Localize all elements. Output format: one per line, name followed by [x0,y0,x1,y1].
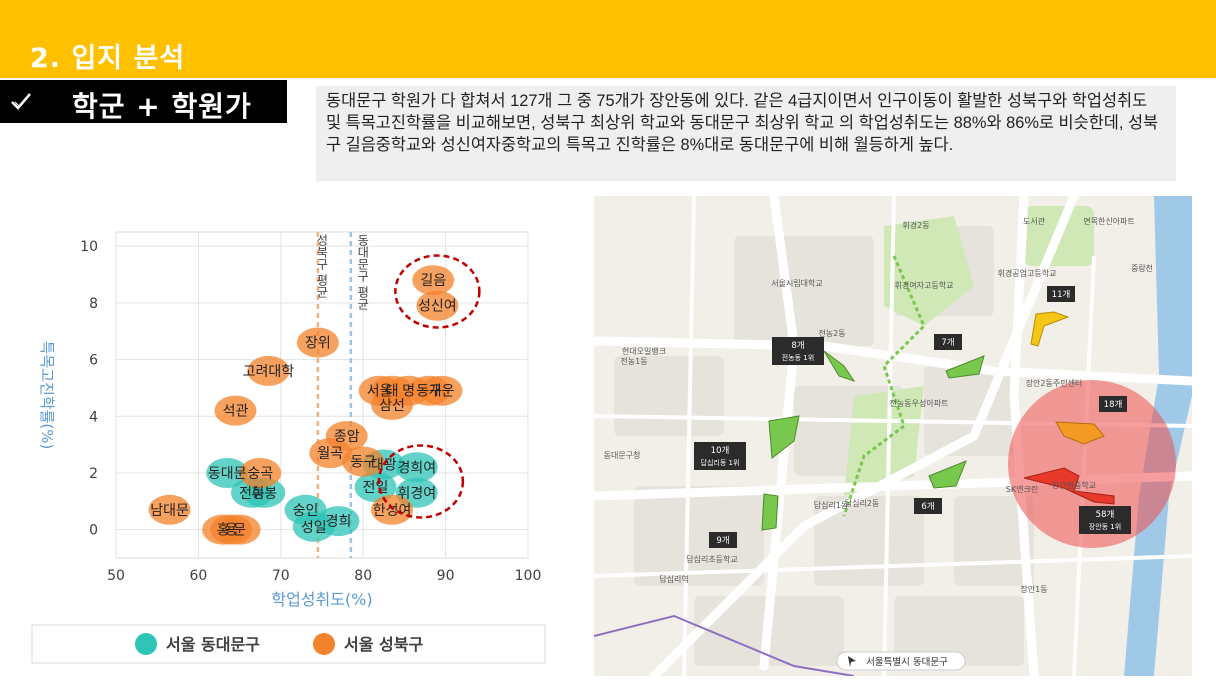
place-label: 전농동우성아파트 [890,398,949,408]
data-label: 경희여 [397,460,436,476]
legend-label-seongbuk: 서울 성북구 [344,635,423,654]
place-label: 서울시립대학교 [771,278,823,288]
data-label: 휘경여 [397,486,436,502]
data-label: 숭인 [293,503,319,519]
count-marker-value: 11개 [1052,289,1071,300]
data-label: 전일 [363,480,389,496]
data-label: 남대문 [150,503,189,519]
data-label: 석관 [223,404,249,420]
count-marker-value: 7개 [941,337,954,348]
data-label: 경희 [326,514,352,530]
y-tick-label: 0 [89,523,98,539]
y-axis-label: 특목고진학률(%) [38,341,56,450]
legend-marker-dongdaemun [135,633,157,655]
average-line-label: 성북구 평균 [315,234,329,298]
average-line-label: 동대문구 평균 [356,234,370,310]
count-marker-value: 10개 [711,445,730,456]
x-tick-label: 100 [515,568,542,584]
place-label: 답십리역 [659,574,688,584]
place-label: 휘경공업고등학교 [998,268,1057,278]
header-bar: 2. 입지 분석 [0,0,1216,78]
legend-box [31,624,546,664]
data-label: 개운 [429,384,455,400]
data-label: 동구 [350,455,376,471]
data-label: 성일 [301,520,327,536]
place-label: 장안1동 [1020,584,1047,594]
count-marker-value: 58개 [1096,509,1115,520]
y-tick-labels: 0 2 4 6 8 10 [80,239,98,538]
data-label: 삼선 [379,398,405,414]
place-label: 전농1동 [620,356,647,366]
place-label: 답십리1동 [814,500,849,510]
y-tick-label: 8 [89,296,98,312]
place-label: 면목한신아파트 [1083,216,1135,226]
place-label: 도서관 [1023,216,1046,226]
x-tick-labels: 50 60 70 80 90 100 [107,568,541,584]
subsection-label: 학군 + 학원가 [72,90,252,123]
place-label: 전농2동 [818,328,845,338]
place-label: 중랑천 [1131,263,1153,273]
data-label: 휘봉 [251,486,277,502]
scatter-chart: 성북구 평균 동대문구 평균 0 2 4 6 8 10 50 60 70 80 90 100 동대문 전… [20,218,565,670]
data-label: 장위 [305,336,331,352]
count-marker-value: 18개 [1104,399,1123,410]
place-label: SK엔크린 [1006,484,1038,494]
legend-label-dongdaemun: 서울 동대문구 [166,635,260,654]
data-label: 성신여 [418,299,457,315]
x-tick-label: 70 [272,568,290,584]
map-bottom-label: 서울특별시 동대문구 [866,657,948,668]
checkmark-icon [11,93,31,110]
count-marker-value: 9개 [716,535,729,546]
count-marker-sub: 답십리동 1위 [701,458,740,467]
y-tick-label: 10 [80,239,98,255]
count-marker-value: 8개 [791,340,804,351]
data-label: 길음 [420,273,446,289]
x-tick-label: 60 [189,568,207,584]
x-axis-label: 학업성취도(%) [271,590,372,609]
data-label: 월곡 [317,446,343,462]
chart-svg: 성북구 평균 동대문구 평균 0 2 4 6 8 10 50 60 70 80 90 100 동대문전… [31,231,546,664]
count-marker-value: 6개 [921,501,934,512]
y-tick-label: 4 [89,409,98,425]
data-label: 숭곡 [247,466,273,482]
place-label: 장안2동주민센터 [1026,378,1083,388]
section-title: 2. 입지 분석 [30,43,186,74]
place-label: 답십리초등학교 [686,554,738,564]
data-label: 문 [233,523,246,539]
map-svg: 8개전농동 1위7개11개18개10개답십리동 1위6개9개58개장안동 1위 … [594,196,1192,676]
count-marker-sub: 장안동 1위 [1089,522,1121,531]
x-tick-label: 90 [437,568,455,584]
place-label: 현대오일뱅크 [622,346,666,356]
y-tick-label: 6 [89,353,98,369]
place-label: 휘경여자고등학교 [895,280,954,290]
x-tick-label: 50 [107,568,125,584]
description-text: 동대문구 학원가 다 합쳐서 127개 그 중 75개가 장안동에 있다. 같은… [316,86,1176,181]
x-tick-label: 80 [354,568,372,584]
district-map[interactable]: 8개 전농동 1위 7개 11개 18개 10개 답십리동 1위 6개 9개 58개 장안동 1위 … [594,196,1192,676]
y-tick-label: 2 [89,466,98,482]
data-label: 종암 [334,429,360,445]
place-label: 답십리2동 [845,498,880,508]
subsection-tag: 학군 + 학원가 [0,80,287,123]
data-label: 동대문 [208,466,247,482]
data-label: 한성여 [373,503,412,519]
legend-marker-seongbuk [313,633,335,655]
place-label: 휘경2동 [902,220,929,230]
place-label: 장안평중학교 [1052,480,1096,490]
data-label: 고려대학 [243,364,295,380]
count-marker-sub: 전농동 1위 [782,353,814,362]
place-label: 동대문구청 [604,451,641,460]
